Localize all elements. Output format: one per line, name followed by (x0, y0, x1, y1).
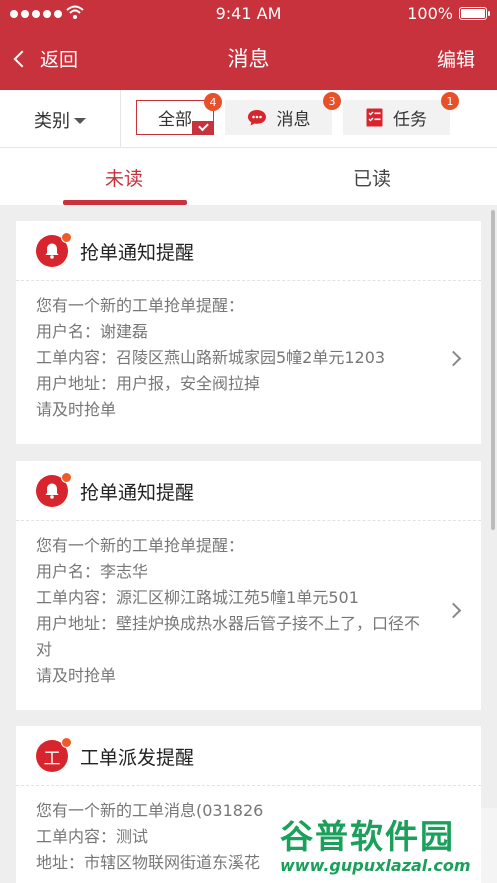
card-header: 工 工单派发提醒 (16, 726, 481, 786)
bell-icon (36, 232, 72, 267)
card-line: 您有一个新的工单抢单提醒： (36, 296, 245, 315)
tab-read[interactable]: 已读 (248, 164, 496, 191)
watermark-url: www.gupuxlazal.com (280, 856, 471, 875)
count-badge: 3 (323, 92, 341, 110)
count-badge: 1 (441, 92, 459, 110)
card-body: 您有一个新的工单抢单提醒： 用户名：李志华 工单内容：源汇区柳江路城江苑5幢1单… (16, 521, 481, 701)
card-line: 用户名：谢建磊 (36, 322, 149, 341)
filter-chip-tasks[interactable]: 任务 1 (343, 92, 459, 135)
card-title: 抢单通知提醒 (80, 242, 195, 264)
chip-label: 任务 (393, 110, 427, 130)
category-label: 类别 (34, 111, 70, 132)
header: 9:41 AM 100% 返回 消息 编辑 (0, 0, 497, 90)
page-title: 消息 (227, 47, 270, 71)
card-line: 请及时抢单 (36, 666, 117, 685)
watermark-logo: 谷普软件园 www.gupuxlazal.com (272, 808, 497, 883)
battery-percent: 100% (407, 4, 453, 23)
icon-glyph: 工 (43, 748, 61, 769)
card-title: 抢单通知提醒 (80, 482, 195, 504)
read-status-tabs: 未读 已读 (0, 148, 497, 205)
card-line: 用户名：李志华 (36, 562, 149, 581)
card-body: 您有一个新的工单抢单提醒： 用户名：谢建磊 工单内容：召陵区燕山路新城家园5幢2… (16, 281, 481, 435)
status-bar: 9:41 AM 100% (0, 0, 497, 28)
edit-button[interactable]: 编辑 (437, 45, 475, 72)
filter-chip-messages[interactable]: 消息 3 (225, 92, 341, 135)
card-line: 工单内容：源汇区柳江路城江苑5幢1单元501 (36, 588, 359, 607)
unread-dot (61, 472, 72, 483)
category-dropdown[interactable]: 类别 (34, 107, 86, 133)
divider (120, 90, 121, 148)
active-tab-indicator (63, 200, 187, 205)
selected-check-icon (192, 121, 214, 135)
card-header: 抢单通知提醒 (16, 461, 481, 521)
task-list-icon (366, 108, 383, 127)
battery-icon (459, 7, 490, 20)
unread-dot (61, 737, 72, 748)
card-line: 您有一个新的工单抢单提醒： (36, 536, 245, 555)
filter-chip-all[interactable]: 全部 4 (136, 93, 222, 135)
chat-bubble-icon (247, 109, 267, 127)
watermark-name: 谷普软件园 (280, 817, 455, 856)
card-line: 请及时抢单 (36, 400, 117, 419)
card-title: 工单派发提醒 (80, 747, 195, 769)
filter-bar: 类别 全部 4 消息 3 任务 1 (0, 90, 497, 148)
chip-label: 全部 (158, 110, 192, 130)
card-line: 工单内容：召陵区燕山路新城家园5幢2单元1203 (36, 348, 386, 367)
count-badge: 4 (204, 93, 222, 111)
unread-dot (61, 232, 72, 243)
card-line: 用户地址：壁挂炉换成热水器后管子接不上了，口径不对 (36, 614, 421, 659)
work-order-icon: 工 (36, 737, 72, 772)
card-header: 抢单通知提醒 (16, 221, 481, 281)
card-line: 用户地址：用户报，安全阀拉掉 (36, 374, 261, 393)
bell-icon (36, 472, 72, 507)
scrollbar[interactable] (491, 210, 495, 530)
caret-down-icon (74, 118, 86, 124)
tab-unread[interactable]: 未读 (0, 164, 248, 191)
message-card[interactable]: 抢单通知提醒 您有一个新的工单抢单提醒： 用户名：谢建磊 工单内容：召陵区燕山路… (16, 221, 481, 444)
chip-label: 消息 (276, 110, 311, 130)
message-card[interactable]: 抢单通知提醒 您有一个新的工单抢单提醒： 用户名：李志华 工单内容：源汇区柳江路… (16, 461, 481, 710)
